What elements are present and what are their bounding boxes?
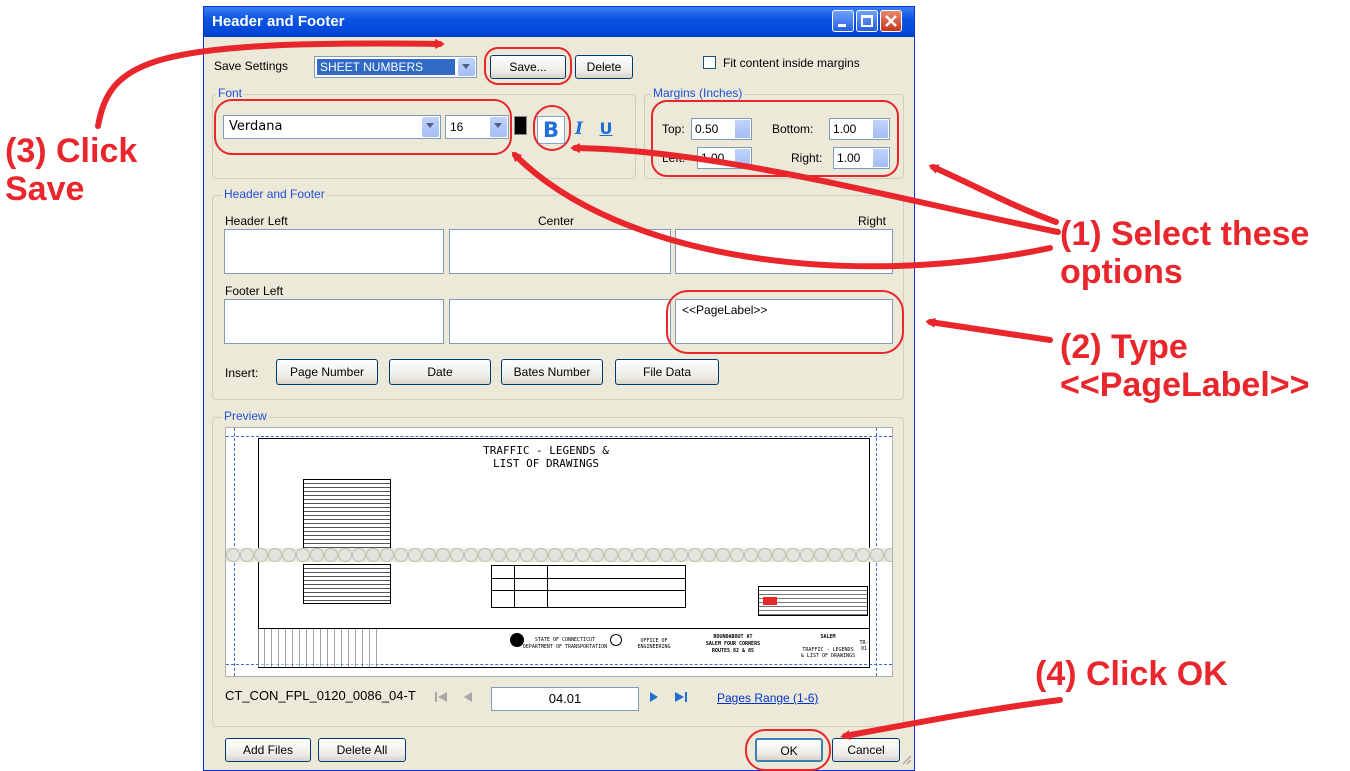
annotation-arrows — [95, 38, 1063, 741]
arrow-step3 — [95, 38, 445, 129]
arrow-step4 — [840, 697, 1063, 741]
arrow-step1-margins — [928, 164, 1059, 225]
arrow-step2 — [925, 317, 1053, 343]
